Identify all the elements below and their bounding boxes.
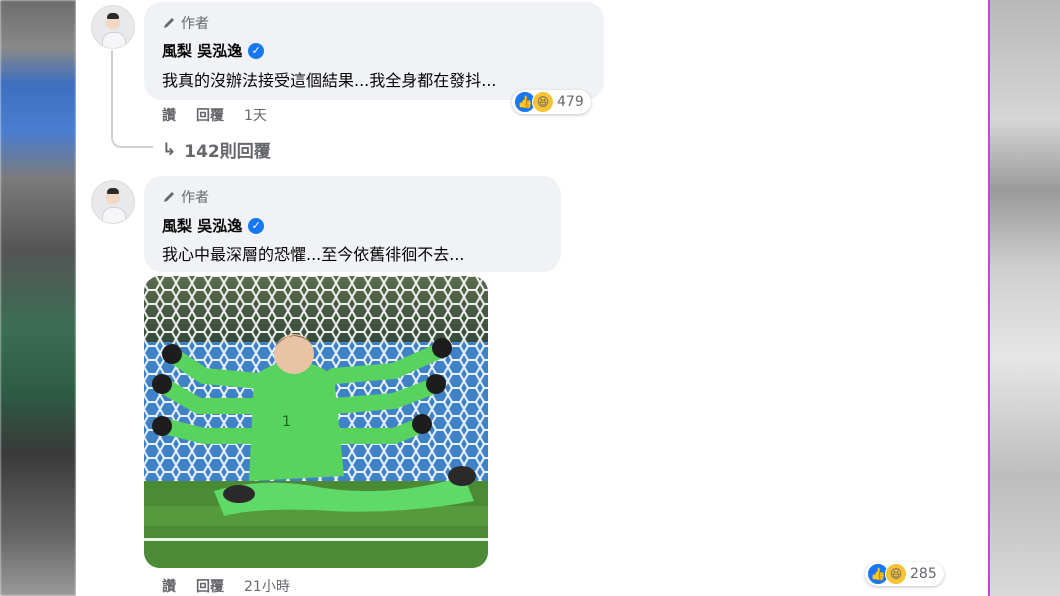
author-tag-label: 作者 [181, 190, 209, 206]
author-badge: 作者 [162, 187, 209, 207]
author-avatar[interactable] [91, 180, 135, 224]
verified-badge-icon: ✓ [248, 42, 265, 59]
author-avatar[interactable] [91, 5, 135, 49]
view-replies-link[interactable]: ↳ 142則回覆 [162, 137, 271, 163]
comment-actions: 讚 回覆 1天 [162, 105, 267, 125]
haha-icon: 😆 [532, 91, 554, 113]
comment-photo[interactable]: 1 [144, 276, 488, 568]
reply-button[interactable]: 回覆 [196, 576, 224, 596]
author-name[interactable]: 風梨 吳泓逸 [162, 215, 242, 236]
blurred-left-background [0, 0, 76, 596]
comment-actions: 讚 回覆 21小時 [162, 576, 290, 596]
author-tag-label: 作者 [181, 16, 209, 32]
svg-text:1: 1 [282, 414, 291, 430]
comment-text: 我心中最深層的恐懼...至今依舊徘徊不去... [162, 245, 465, 264]
comment-timestamp[interactable]: 21小時 [244, 576, 290, 596]
reaction-summary[interactable]: 👍 😆 285 [865, 562, 944, 586]
reply-arrow-icon: ↳ [162, 139, 177, 160]
like-button[interactable]: 讚 [162, 105, 176, 125]
comment-feed: 作者 風梨 吳泓逸 ✓ 我真的沒辦法接受這個結果...我全身都在發抖... 👍 … [76, 0, 988, 596]
thread-connector [111, 50, 153, 148]
haha-icon: 😆 [885, 563, 907, 585]
frame-edge-line [988, 0, 990, 596]
verified-badge-icon: ✓ [248, 217, 265, 234]
reply-button[interactable]: 回覆 [196, 105, 224, 125]
reaction-count: 285 [910, 566, 937, 582]
author-name[interactable]: 風梨 吳泓逸 [162, 40, 242, 61]
pencil-icon [164, 192, 174, 202]
author-badge: 作者 [162, 13, 209, 33]
pencil-icon [164, 18, 174, 28]
reaction-summary[interactable]: 👍 😆 479 [512, 90, 591, 114]
like-button[interactable]: 讚 [162, 576, 176, 596]
comment-timestamp[interactable]: 1天 [244, 105, 267, 125]
reaction-count: 479 [557, 94, 584, 110]
blurred-right-background [990, 0, 1060, 596]
replies-count-label: 142則回覆 [184, 142, 271, 162]
goalkeeper-meme-image: 1 [144, 276, 488, 568]
comment-author[interactable]: 風梨 吳泓逸 ✓ [162, 215, 265, 236]
comment-text: 我真的沒辦法接受這個結果...我全身都在發抖... [162, 71, 497, 90]
comment-author[interactable]: 風梨 吳泓逸 ✓ [162, 40, 265, 61]
